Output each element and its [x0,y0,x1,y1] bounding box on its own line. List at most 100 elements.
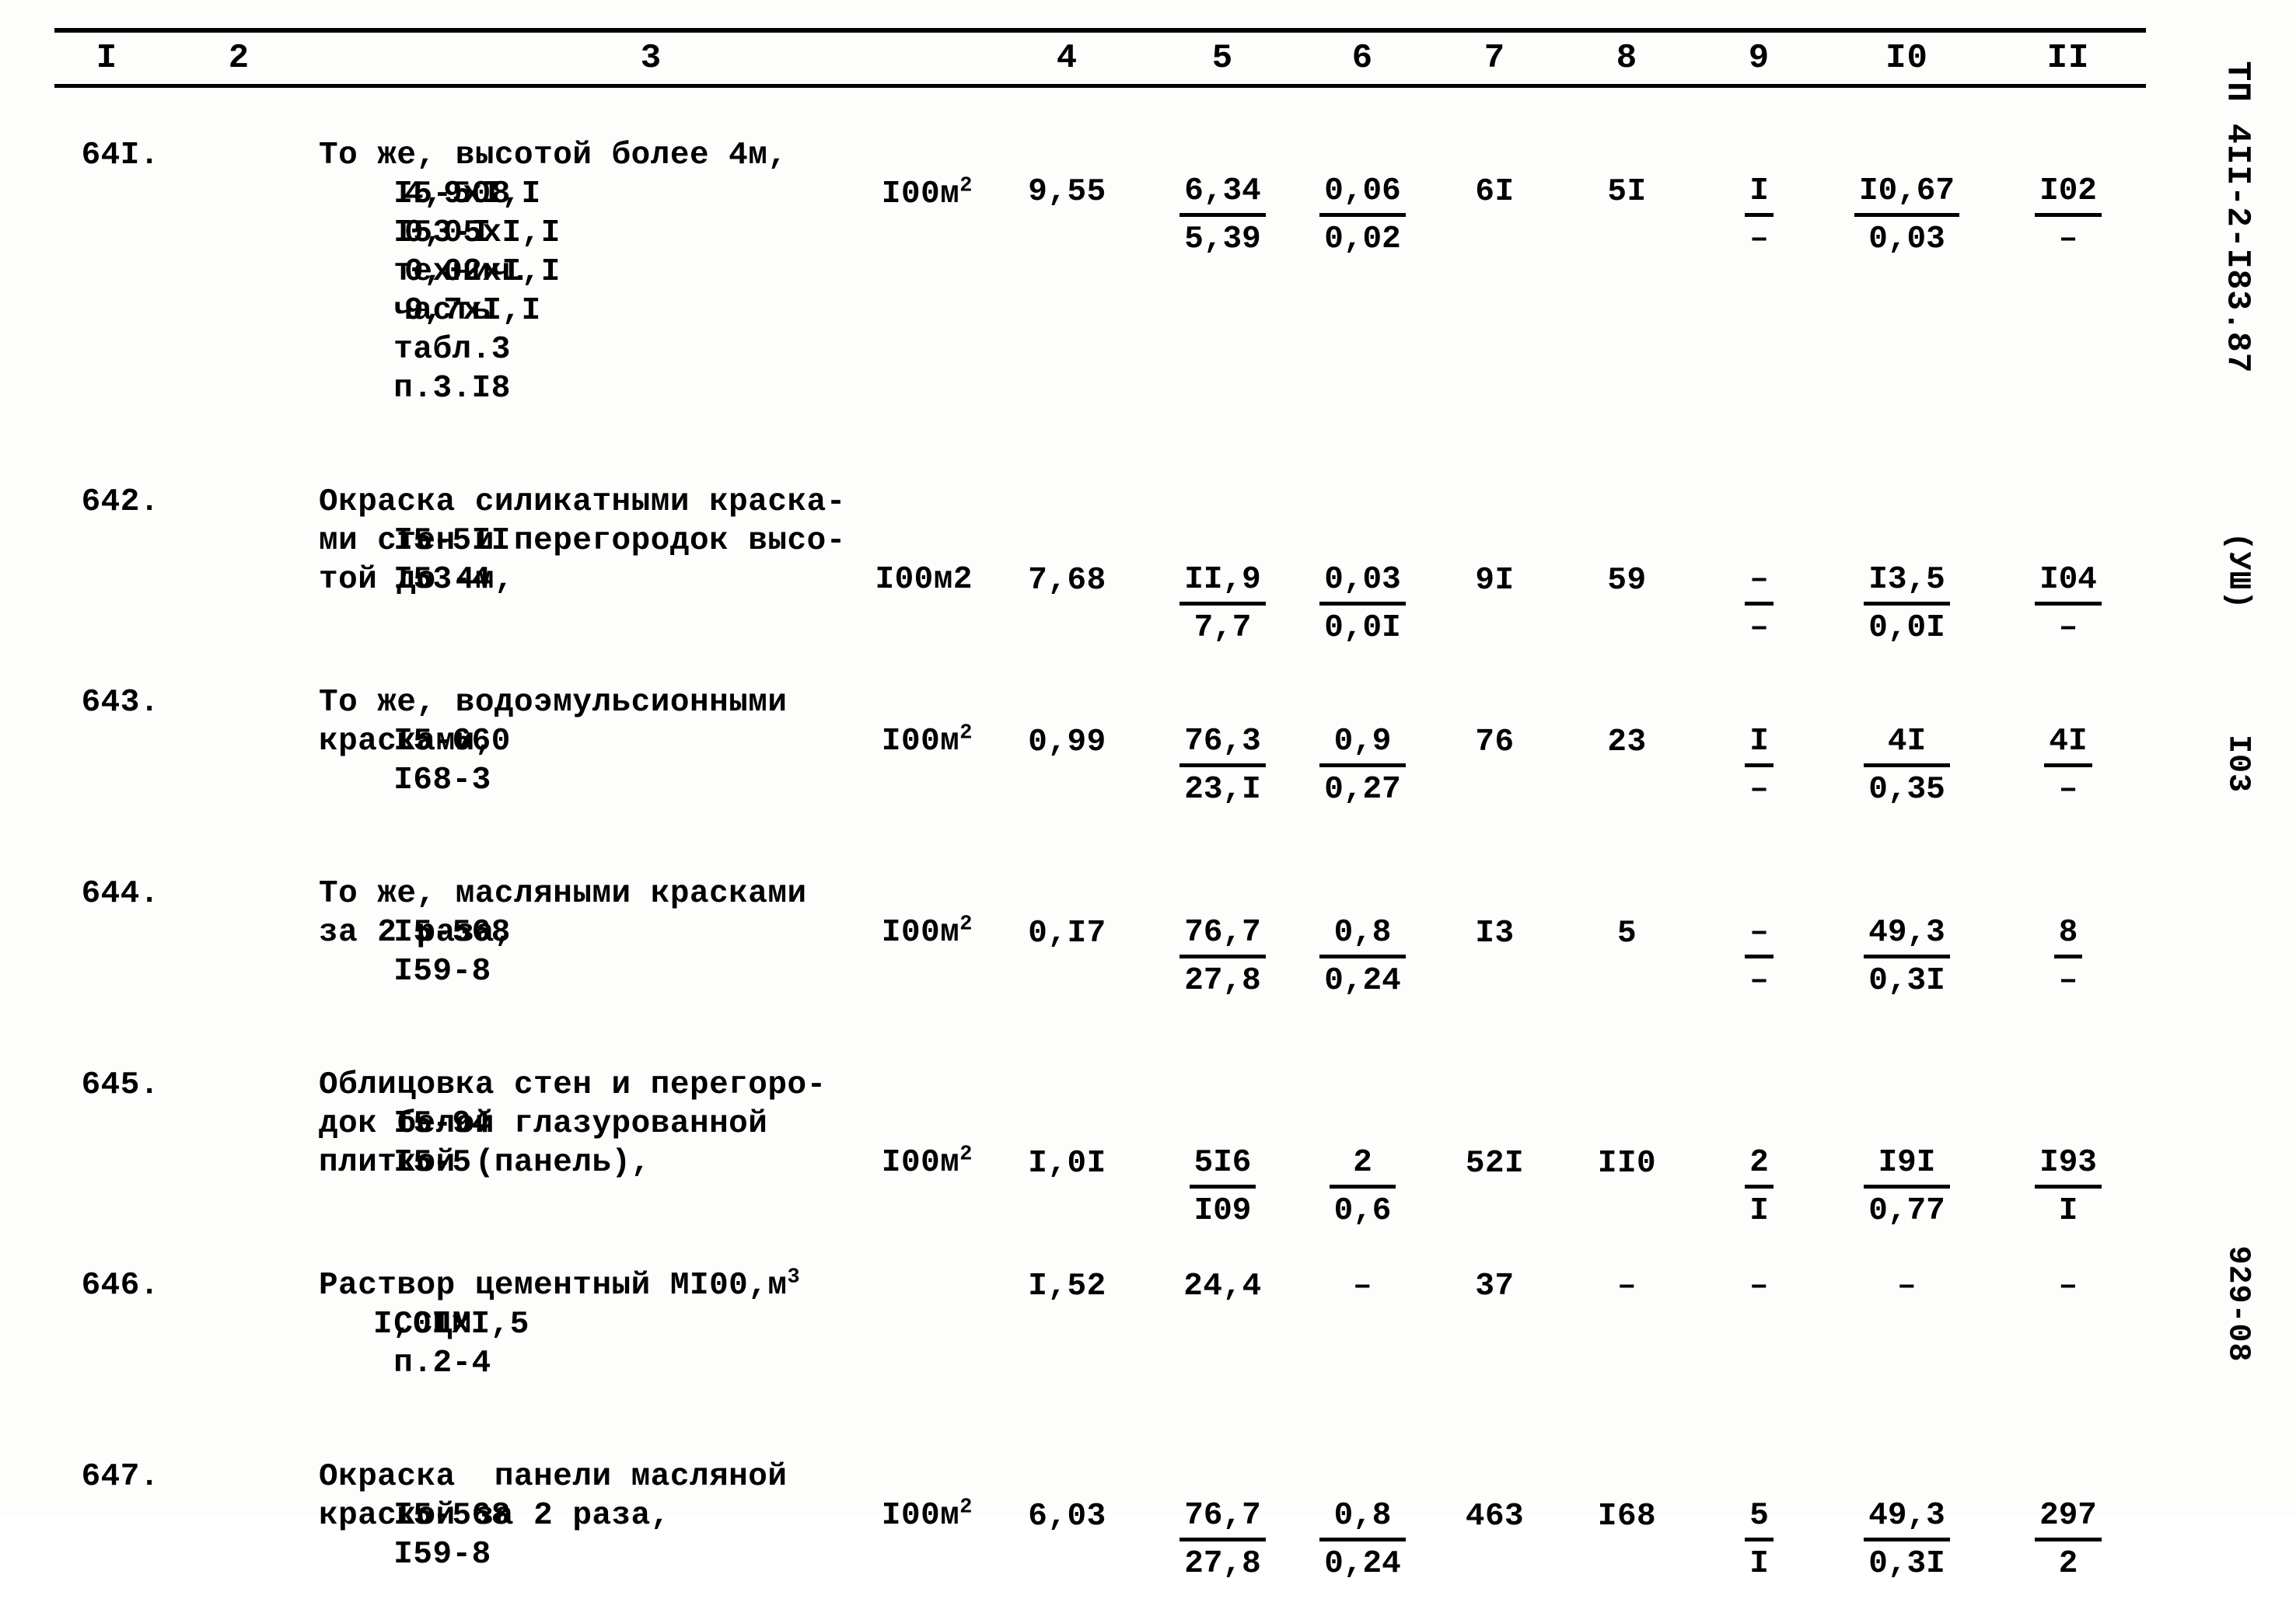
row-description: Облицовка стен и перегоро- док белой гла… [319,1066,984,1231]
row-description: То же, масляными красками за 2 раза, I00… [319,875,984,1030]
row-spacer [54,1030,2146,1066]
value-col-9: I – [1695,683,1823,839]
fraction-bar [1319,955,1406,958]
coefficient-line: 0,05хI,I [404,215,561,251]
description-line: Раствор цементный MI00,м3 [319,1266,984,1305]
fraction-numerator: 76,7 [1184,915,1261,951]
unit-label: I00м2 [882,1496,973,1535]
fraction-bar [1864,1185,1950,1189]
fraction-numerator: – [1749,915,1769,951]
fraction-numerator: 76,7 [1184,1498,1261,1534]
row-norm-code: I5-508 I53-I технич. часть табл.3 п.3.I8 [159,136,529,447]
table-header-row: I 2 3 4 5 6 7 8 9 I0 II [54,33,2146,84]
value-text: 5 [1616,916,1637,951]
fraction-numerator: I02 [2039,173,2097,209]
value-col-6: 0,03 0,0I [1295,483,1431,648]
row-norm-code: ССЦМ п.2-4 [159,1266,491,1422]
section-label-vertical: (УШ) [2220,532,2256,610]
value-col-6: 0,9 0,27 [1295,683,1431,839]
value-text: 24,4 [1183,1269,1262,1304]
fraction-denominator: – [2058,963,2078,999]
value-col-11: I93 I [1990,1066,2146,1231]
unit-text: I00м [881,176,960,212]
row-spacer [54,648,2146,683]
fraction-value: 76,7 27,8 [1179,913,1266,1000]
value-text: 0,I7 [1028,916,1106,951]
column-header-9: 9 [1748,39,1770,78]
value-col-5: 76,7 27,8 [1151,1458,1295,1613]
right-margin-annotations: ТП 4II-2-I83.87 (УШ) I03 929-08 [2179,0,2296,1515]
value-col-9: 2I [1695,1066,1823,1231]
value-col-5: 76,7 27,8 [1151,875,1295,1030]
value-col-10: I3,5 0,0I [1823,483,1990,648]
column-header-4: 4 [1056,39,1078,78]
fraction-denominator: 27,8 [1184,963,1261,999]
fraction-numerator: 2 [1749,1145,1769,1181]
fraction-denominator: 0,77 [1868,1193,1945,1229]
fraction-value: 8– [2053,913,2083,1000]
value-col-8: I68 [1559,1458,1695,1613]
description-line: ми стен и перегородок высо- [319,523,846,559]
value-col-11: 8– [1990,875,2146,1030]
column-header-6: 6 [1351,39,1374,78]
fraction-denominator: 0,3I [1868,963,1945,999]
fraction-denominator: – [1749,610,1769,646]
value-text: 52I [1465,1146,1525,1182]
row-norm-code: I5-5II I53-4 [159,483,510,648]
fraction-value: I0,67 0,03 [1854,172,1960,259]
fraction-value: I93 I [2035,1143,2102,1231]
fraction-numerator: 5 [1749,1498,1769,1534]
fraction-numerator: 0,03 [1324,562,1401,598]
fraction-bar [2035,602,2102,606]
value-text: I3 [1475,916,1515,951]
fraction-value: 5I6 I09 [1189,1143,1256,1231]
fraction-numerator: 297 [2039,1498,2097,1534]
fraction-value: I – [1745,172,1774,259]
value-col-9: I – [1695,136,1823,447]
row-index: 646. [81,1268,159,1304]
estimate-table: I 2 3 4 5 6 7 8 9 I0 II [54,33,2146,84]
fraction-numerator: 0,8 [1333,915,1392,951]
coefficient-line: 0,02хI,I [404,254,561,290]
value-col-5: II,9 7,7 [1151,483,1295,648]
fraction-bar [1189,1185,1256,1189]
fraction-bar [1864,763,1950,767]
value-col-8: 5 [1559,875,1695,1030]
fraction-value: 5I [1745,1496,1774,1583]
fraction-bar [1179,213,1266,217]
unit-label: I00м2 [882,1143,973,1182]
table-row: 645. I5-94 I5-5 Облицовка стен и перегор… [54,1066,2146,1231]
fraction-value: 0,9 0,27 [1319,722,1406,809]
fraction-bar [1179,763,1266,767]
unit-text: I00м [881,724,960,759]
value-col-5: 24,4 [1151,1266,1295,1422]
fraction-bar [1329,1185,1396,1189]
value-col-5: 76,3 23,I [1151,683,1295,839]
fraction-numerator: I [1749,173,1769,209]
fraction-bar [1864,1538,1950,1541]
fraction-denominator: – [2058,610,2078,646]
estimate-table-area: I 2 3 4 5 6 7 8 9 I0 II 64I. I5-508 I53-… [54,28,2154,1613]
fraction-denominator: 0,27 [1324,772,1401,808]
table-row: 647. I5-568 I59-8 Окраска панели масляно… [54,1458,2146,1613]
fraction-bar [1319,602,1406,606]
fraction-bar [1745,955,1774,958]
value-col-4: 6,03 [984,1458,1151,1613]
fraction-numerator: II,9 [1184,562,1261,598]
value-col-7: 9I [1431,483,1559,648]
value-col-5: 5I6 I09 [1151,1066,1295,1231]
description-line: То же, масляными красками [319,876,807,912]
fraction-bar [1745,1185,1774,1189]
value-col-10: I9I 0,77 [1823,1066,1990,1231]
fraction-denominator: I [1749,1546,1769,1582]
value-col-9: 5I [1695,1458,1823,1613]
value-col-7: 6I [1431,136,1559,447]
fraction-denominator: – [2058,772,2078,808]
table-row: 644. I5-568 I59-8 То же, масляными краск… [54,875,2146,1030]
coefficient-line: 9,7хI,I [404,293,541,329]
value-col-10: I0,67 0,03 [1823,136,1990,447]
value-text: – [1616,1269,1637,1304]
fraction-value: 49,3 0,3I [1864,1496,1950,1583]
column-header-8: 8 [1616,39,1638,78]
fraction-bar [2035,213,2102,217]
